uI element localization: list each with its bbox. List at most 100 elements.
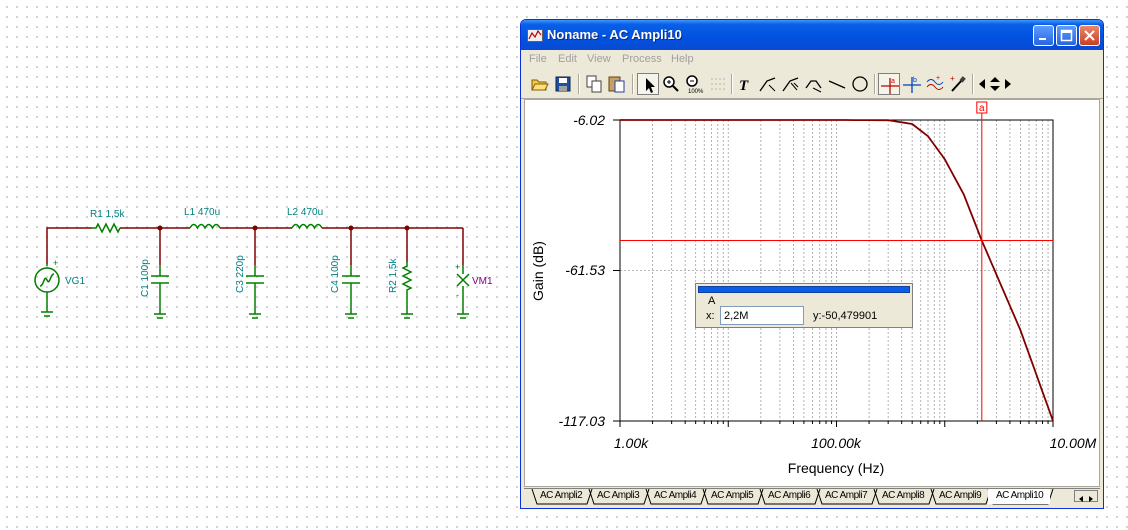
paste-icon[interactable] (606, 73, 628, 95)
y-tick-marks (613, 119, 620, 422)
minimize-icon (1039, 38, 1046, 40)
trace-icon-3[interactable] (803, 73, 825, 95)
analysis-window[interactable]: Noname - AC Ampli10 File Edit View Proce… (520, 19, 1104, 509)
copy-icon[interactable] (583, 73, 605, 95)
tab-ac-ampli9[interactable]: AC Ampli9 (931, 489, 988, 504)
inductor-l1[interactable] (189, 223, 221, 230)
text-icon[interactable]: T (734, 73, 756, 95)
y-tick-label: -6.02 (573, 112, 605, 128)
x-tick-label: 10.00M (1050, 435, 1097, 451)
zoom-100-icon[interactable]: 100% (683, 73, 705, 95)
open-folder-icon[interactable] (529, 73, 551, 95)
cursor-x-input[interactable]: 2,2M (720, 306, 804, 325)
y-axis-label: Gain (dB) (530, 241, 546, 301)
tab-ac-ampli10[interactable]: AC Ampli10 (988, 489, 1050, 504)
svg-text:+: + (936, 75, 940, 82)
probe-icon[interactable]: + (947, 73, 969, 95)
toolbar-separator (731, 74, 733, 94)
voltage-source-vg1[interactable] (34, 264, 60, 317)
toolbar-separator (972, 74, 974, 94)
polarity-marks: + + - (53, 258, 460, 300)
window-title: Noname - AC Ampli10 (547, 27, 682, 42)
label-r2: R2 1,5k (388, 258, 399, 293)
label-l1: L1 470u (184, 207, 220, 218)
close-icon (1084, 30, 1095, 41)
line-icon[interactable] (826, 73, 848, 95)
pointer-icon[interactable] (637, 73, 659, 95)
y-tick-label: -61.53 (565, 262, 605, 278)
app-icon (527, 29, 543, 42)
title-bar[interactable]: Noname - AC Ampli10 (521, 20, 1103, 50)
x-tick-label: 1.00k (614, 435, 649, 451)
circuit-schematic[interactable]: + + - VG1 R1 1,5k L1 470u L2 470u C1 100… (0, 0, 510, 530)
minimize-button[interactable] (1033, 25, 1054, 46)
capacitor-c1[interactable] (151, 265, 169, 319)
cursor-marker-a[interactable]: a (976, 101, 988, 114)
cursor-marker-label: a (979, 103, 985, 114)
toolbar: 100% T a b + + (521, 69, 1103, 99)
tab-ac-ampli3[interactable]: AC Ampli3 (589, 489, 646, 504)
toolbar-separator (632, 74, 634, 94)
resistor-r2[interactable] (401, 262, 413, 319)
svg-text:-: - (456, 290, 459, 300)
x-axis-label: Frequency (Hz) (788, 460, 884, 476)
svg-text:+: + (950, 74, 955, 83)
tab-scroll-buttons[interactable] (1074, 490, 1098, 502)
arrow-updown-icon[interactable] (988, 73, 1002, 95)
svg-text:+: + (455, 262, 460, 272)
tab-ac-ampli4[interactable]: AC Ampli4 (646, 489, 703, 504)
cursor-panel-titlebar[interactable] (698, 286, 910, 293)
wires (46, 227, 464, 265)
label-l2: L2 470u (287, 207, 323, 218)
label-c4: C4 100p (330, 255, 341, 293)
grid-icon[interactable] (707, 73, 729, 95)
trace-icon-1[interactable] (757, 73, 779, 95)
capacitor-c4[interactable] (342, 265, 360, 319)
menu-file[interactable]: File (529, 53, 547, 65)
x-tick-label: 100.00k (811, 435, 862, 451)
cursor-readout-panel[interactable]: A x: 2,2M y:-50,479901 (695, 283, 913, 328)
menu-process[interactable]: Process (622, 53, 662, 65)
svg-text:a: a (891, 78, 895, 85)
toolbar-separator (578, 74, 580, 94)
save-icon[interactable] (552, 73, 574, 95)
svg-text:b: b (913, 77, 917, 84)
label-c3: C3 220p (235, 255, 246, 293)
tab-ac-ampli6[interactable]: AC Ampli6 (760, 489, 817, 504)
cursor-a-icon[interactable]: a (878, 73, 900, 95)
resistor-r1[interactable] (92, 222, 121, 234)
waveform-icon[interactable]: + (924, 73, 946, 95)
tab-ac-ampli5[interactable]: AC Ampli5 (703, 489, 760, 504)
x-tick-marks (619, 421, 1054, 427)
zoom-in-icon[interactable] (660, 73, 682, 95)
menu-edit[interactable]: Edit (558, 53, 577, 65)
arrow-left-icon[interactable] (976, 73, 988, 95)
arrow-right-icon[interactable] (1002, 73, 1014, 95)
menu-bar: File Edit View Process Help (521, 50, 1103, 69)
label-r1: R1 1,5k (90, 209, 125, 220)
svg-text:+: + (53, 258, 58, 268)
tab-bar: AC Ampli2 AC Ampli3 AC Ampli4 AC Ampli5 AC A… (524, 488, 1100, 506)
capacitor-c3[interactable] (246, 265, 264, 319)
tab-ac-ampli8[interactable]: AC Ampli8 (874, 489, 931, 504)
menu-view[interactable]: View (587, 53, 611, 65)
y-tick-label: -117.03 (559, 413, 606, 429)
trace-icon-2[interactable] (780, 73, 802, 95)
label-vg1: VG1 (65, 276, 85, 287)
maximize-button[interactable] (1056, 25, 1077, 46)
circle-icon[interactable] (849, 73, 871, 95)
menu-help[interactable]: Help (671, 53, 694, 65)
inductor-l2[interactable] (291, 223, 323, 230)
plot-area[interactable]: -6.02 -61.53 -117.03 1.00k 100.00k 10.00… (524, 99, 1100, 487)
label-vm1: VM1 (472, 276, 493, 287)
tab-ac-ampli7[interactable]: AC Ampli7 (817, 489, 874, 504)
cursor-b-icon[interactable]: b (901, 73, 923, 95)
close-button[interactable] (1079, 25, 1100, 46)
svg-text:T: T (739, 78, 749, 94)
tab-ac-ampli2[interactable]: AC Ampli2 (532, 489, 589, 504)
label-c1: C1 100p (140, 259, 151, 297)
cursor-x-label: x: (706, 310, 715, 322)
cursor-name: A (708, 295, 716, 307)
maximize-icon (1060, 29, 1073, 42)
toolbar-separator (874, 74, 876, 94)
